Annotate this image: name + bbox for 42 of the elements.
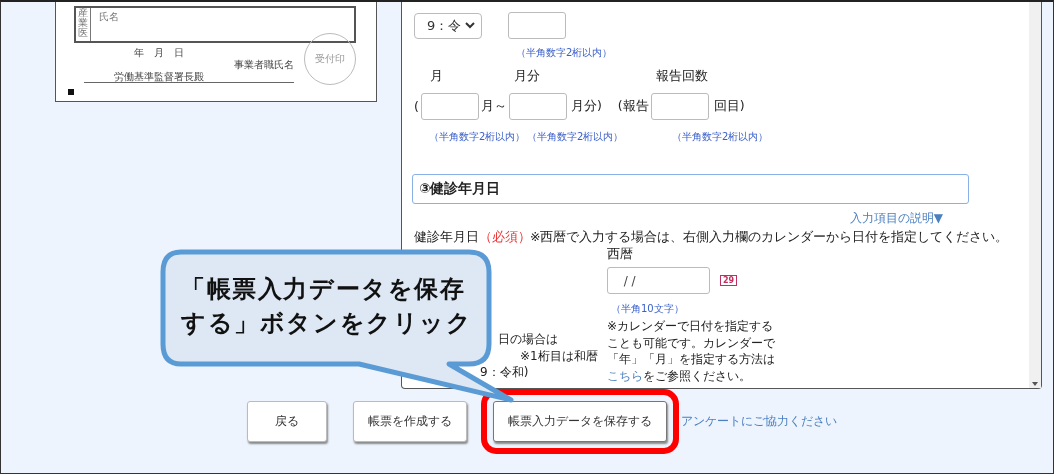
help-link[interactable]: 入力項目の説明▼	[849, 210, 943, 227]
employer-label: 事業者職氏名	[234, 59, 294, 70]
date-label: 年 月 日	[134, 47, 185, 58]
unit-text: 月分)	[570, 98, 602, 115]
unit-text: 回目)	[713, 98, 745, 115]
unit-text: 月～	[480, 98, 507, 115]
field-label: 報告回数	[656, 68, 708, 85]
note-fragment: ※1桁目は和暦	[520, 347, 599, 364]
note-fragment: 日の場合は	[498, 331, 559, 348]
month-input[interactable]	[420, 93, 479, 120]
report-prefix: (報告	[617, 98, 649, 115]
square-mark	[68, 89, 74, 95]
month-end-input[interactable]	[508, 93, 567, 120]
field-label: 月分	[514, 68, 541, 85]
addressee-text: 労働基準監督署長殿	[84, 71, 294, 83]
note-text: ※西暦で入力する場合は、右側入力欄のカレンダーから日付を指定してください。	[530, 229, 1009, 246]
survey-link[interactable]: アンケートにご協力ください	[681, 413, 837, 430]
section-heading: ③健診年月日	[412, 174, 969, 204]
era-select[interactable]: 9：令	[414, 12, 482, 39]
scroll-down-icon	[1032, 382, 1038, 386]
input-hint: （半角数字2桁以内）	[429, 130, 527, 144]
note-fragment: 9：令和)	[480, 364, 530, 381]
year-input[interactable]	[508, 12, 566, 39]
field-label: 月	[430, 68, 444, 85]
paren-text: (	[414, 99, 419, 114]
input-hint: （半角数字2桁以内）	[672, 130, 769, 144]
field-label: 健診年月日（必須）	[414, 229, 530, 246]
side-label: 産業医	[76, 8, 91, 41]
input-hint: （半角10文字）	[611, 302, 685, 316]
chevron-icon	[465, 22, 475, 29]
calendar-icon[interactable]: 29	[720, 275, 738, 286]
here-link[interactable]: こちら	[607, 368, 643, 383]
callout-text: 「帳票入力データを保存する」ボタンをクリック	[181, 274, 474, 339]
name-label: 氏名	[98, 10, 120, 24]
report-input[interactable]	[650, 93, 709, 120]
action-button[interactable]: 帳票を作成する	[353, 401, 467, 442]
calendar-note: ※カレンダーで日付を指定することも可能です。カレンダーで「年」「月」を指定する方法は こちら をご参照ください。	[607, 318, 776, 384]
input-hint: （半角数字2桁以内）	[516, 46, 613, 60]
field-label: 西暦	[607, 246, 634, 263]
date-input[interactable]: / /	[607, 267, 710, 294]
input-hint: （半角数字2桁以内）	[527, 130, 625, 144]
action-button[interactable]: 戻る	[247, 401, 327, 442]
